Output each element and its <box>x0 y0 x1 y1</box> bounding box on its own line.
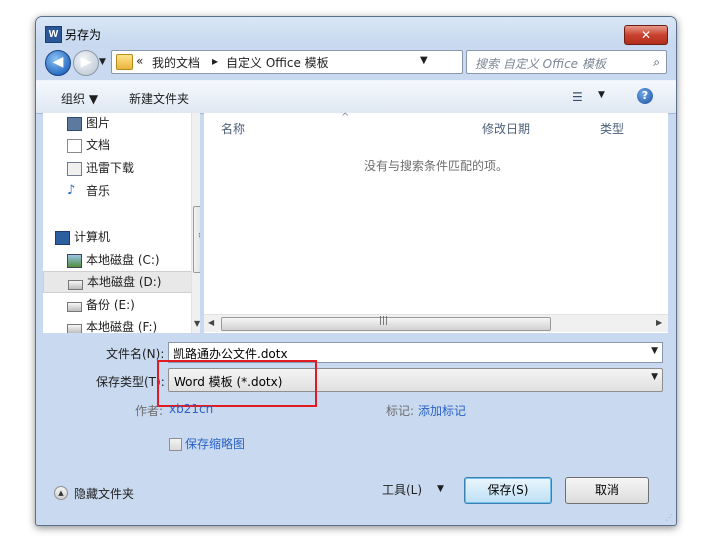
drive-icon <box>67 324 82 333</box>
close-button[interactable]: ✕ <box>624 25 668 45</box>
address-row: ◀ ▶ ▼ « 我的文档 ▸ 自定义 Office 模板 ▼ ⇆ 搜索 自定义 … <box>36 47 676 77</box>
back-arrow-icon[interactable]: ◀ <box>45 50 71 76</box>
folder-icon <box>116 54 133 70</box>
nav-item-label: 本地磁盘 (C:) <box>86 253 160 267</box>
organize-button[interactable]: 组织 ▼ <box>61 90 98 107</box>
search-input[interactable]: 搜索 自定义 Office 模板 ⌕ <box>466 50 667 74</box>
nav-item-label: 图片 <box>86 116 111 130</box>
chevron-down-icon[interactable]: ▼ <box>651 346 658 356</box>
breadcrumb-custom-templates[interactable]: 自定义 Office 模板 <box>226 54 329 71</box>
save-button[interactable]: 保存(S) <box>464 477 552 504</box>
filename-label: 文件名(N): <box>106 347 165 361</box>
nav-item-label: 迅雷下载 <box>86 161 135 175</box>
scroll-grip-icon: ≡ <box>198 231 200 241</box>
drive-icon <box>68 280 83 290</box>
save-type-label: 保存类型(T): <box>96 375 165 389</box>
nav-item-music[interactable]: ♪ 音乐 <box>43 180 193 202</box>
nav-item-label: 本地磁盘 (F:) <box>86 320 158 333</box>
breadcrumb-my-documents[interactable]: 我的文档 <box>152 54 200 71</box>
nav-item-label: 计算机 <box>74 230 111 244</box>
column-header-type[interactable]: 类型 <box>600 120 624 137</box>
forward-arrow-icon[interactable]: ▶ <box>73 50 99 76</box>
view-dropdown-icon[interactable]: ▼ <box>598 90 605 100</box>
nav-item-label: 本地磁盘 (D:) <box>87 275 162 289</box>
nav-item-drive-d[interactable]: 本地磁盘 (D:) <box>43 271 195 293</box>
scroll-grip-icon: ||| <box>379 316 389 326</box>
downloads-icon <box>67 162 82 176</box>
system-drive-icon <box>67 254 82 268</box>
nav-item-label: 音乐 <box>86 184 111 198</box>
scroll-right-icon[interactable]: ▶ <box>656 318 662 327</box>
resize-grip-icon[interactable]: ⋰ <box>665 513 673 522</box>
highlight-annotation-box <box>157 360 317 407</box>
music-icon: ♪ <box>67 183 76 198</box>
dialog-title: 另存为 <box>65 28 102 42</box>
drive-icon <box>67 302 82 312</box>
pictures-icon <box>67 117 82 131</box>
computer-icon <box>55 231 70 245</box>
word-app-icon: W <box>45 26 62 43</box>
nav-item-computer[interactable]: 计算机 <box>43 226 193 248</box>
scroll-left-icon[interactable]: ◀ <box>208 318 214 327</box>
search-placeholder: 搜索 自定义 Office 模板 <box>475 57 606 71</box>
horizontal-scrollbar[interactable]: ◀ ||| ▶ <box>204 314 668 332</box>
save-as-dialog: W 另存为 ✕ ◀ ▶ ▼ « 我的文档 ▸ 自定义 Office 模板 ▼ ⇆… <box>35 16 677 526</box>
cancel-button[interactable]: 取消 <box>565 477 649 504</box>
view-options-icon[interactable]: ☰ <box>572 90 583 104</box>
scroll-down-icon[interactable]: ▼ <box>194 319 200 328</box>
add-tags-link[interactable]: 添加标记 <box>418 402 466 419</box>
tools-button[interactable]: 工具(L) <box>382 481 422 498</box>
author-value[interactable]: xb21cn <box>169 402 213 416</box>
new-folder-button[interactable]: 新建文件夹 <box>129 90 189 107</box>
save-thumbnail-label[interactable]: 保存缩略图 <box>185 435 245 452</box>
documents-icon <box>67 139 82 153</box>
empty-results-message: 没有与搜索条件匹配的项。 <box>364 159 509 173</box>
navigation-pane: 图片 文档 迅雷下载 ♪ 音乐 计算机 本地磁盘 (C:) 本地磁盘 (D:) <box>43 113 200 333</box>
breadcrumb-overflow[interactable]: « <box>136 54 143 68</box>
nav-item-drive-e[interactable]: 备份 (E:) <box>43 294 193 316</box>
nav-item-drive-c[interactable]: 本地磁盘 (C:) <box>43 249 193 271</box>
author-label: 作者: <box>135 404 164 418</box>
history-dropdown-icon[interactable]: ▼ <box>99 57 106 67</box>
column-header-name[interactable]: 名称 <box>221 120 245 137</box>
hide-folders-button[interactable]: 隐藏文件夹 <box>74 485 134 502</box>
save-thumbnail-checkbox[interactable] <box>169 438 182 451</box>
address-bar[interactable]: « 我的文档 ▸ 自定义 Office 模板 ▼ ⇆ <box>111 50 530 74</box>
sort-ascending-icon: ^ <box>341 112 350 123</box>
tags-label: 标记: <box>386 404 415 418</box>
address-dropdown-icon[interactable]: ▼ <box>420 55 428 66</box>
nav-item-drive-f[interactable]: 本地磁盘 (F:) <box>43 316 193 333</box>
collapse-up-icon[interactable]: ▲ <box>54 486 68 500</box>
chevron-down-icon[interactable]: ▼ <box>651 372 658 382</box>
title-bar: W 另存为 ✕ <box>36 17 676 47</box>
nav-item-pictures[interactable]: 图片 <box>43 113 193 134</box>
nav-item-thunder-downloads[interactable]: 迅雷下载 <box>43 157 193 179</box>
file-list-pane: 名称 ^ 修改日期 类型 没有与搜索条件匹配的项。 ◀ ||| ▶ <box>204 112 668 333</box>
tools-dropdown-icon[interactable]: ▼ <box>437 484 444 494</box>
nav-item-label: 备份 (E:) <box>86 298 135 312</box>
nav-item-label: 文档 <box>86 138 111 152</box>
search-icon[interactable]: ⌕ <box>653 55 660 70</box>
column-header-modified[interactable]: 修改日期 <box>482 120 530 137</box>
toolbar: 组织 ▼ 新建文件夹 ☰ ▼ ? <box>36 80 676 114</box>
nav-item-documents[interactable]: 文档 <box>43 134 193 156</box>
breadcrumb-separator-icon[interactable]: ▸ <box>212 54 218 68</box>
help-icon[interactable]: ? <box>637 88 653 104</box>
